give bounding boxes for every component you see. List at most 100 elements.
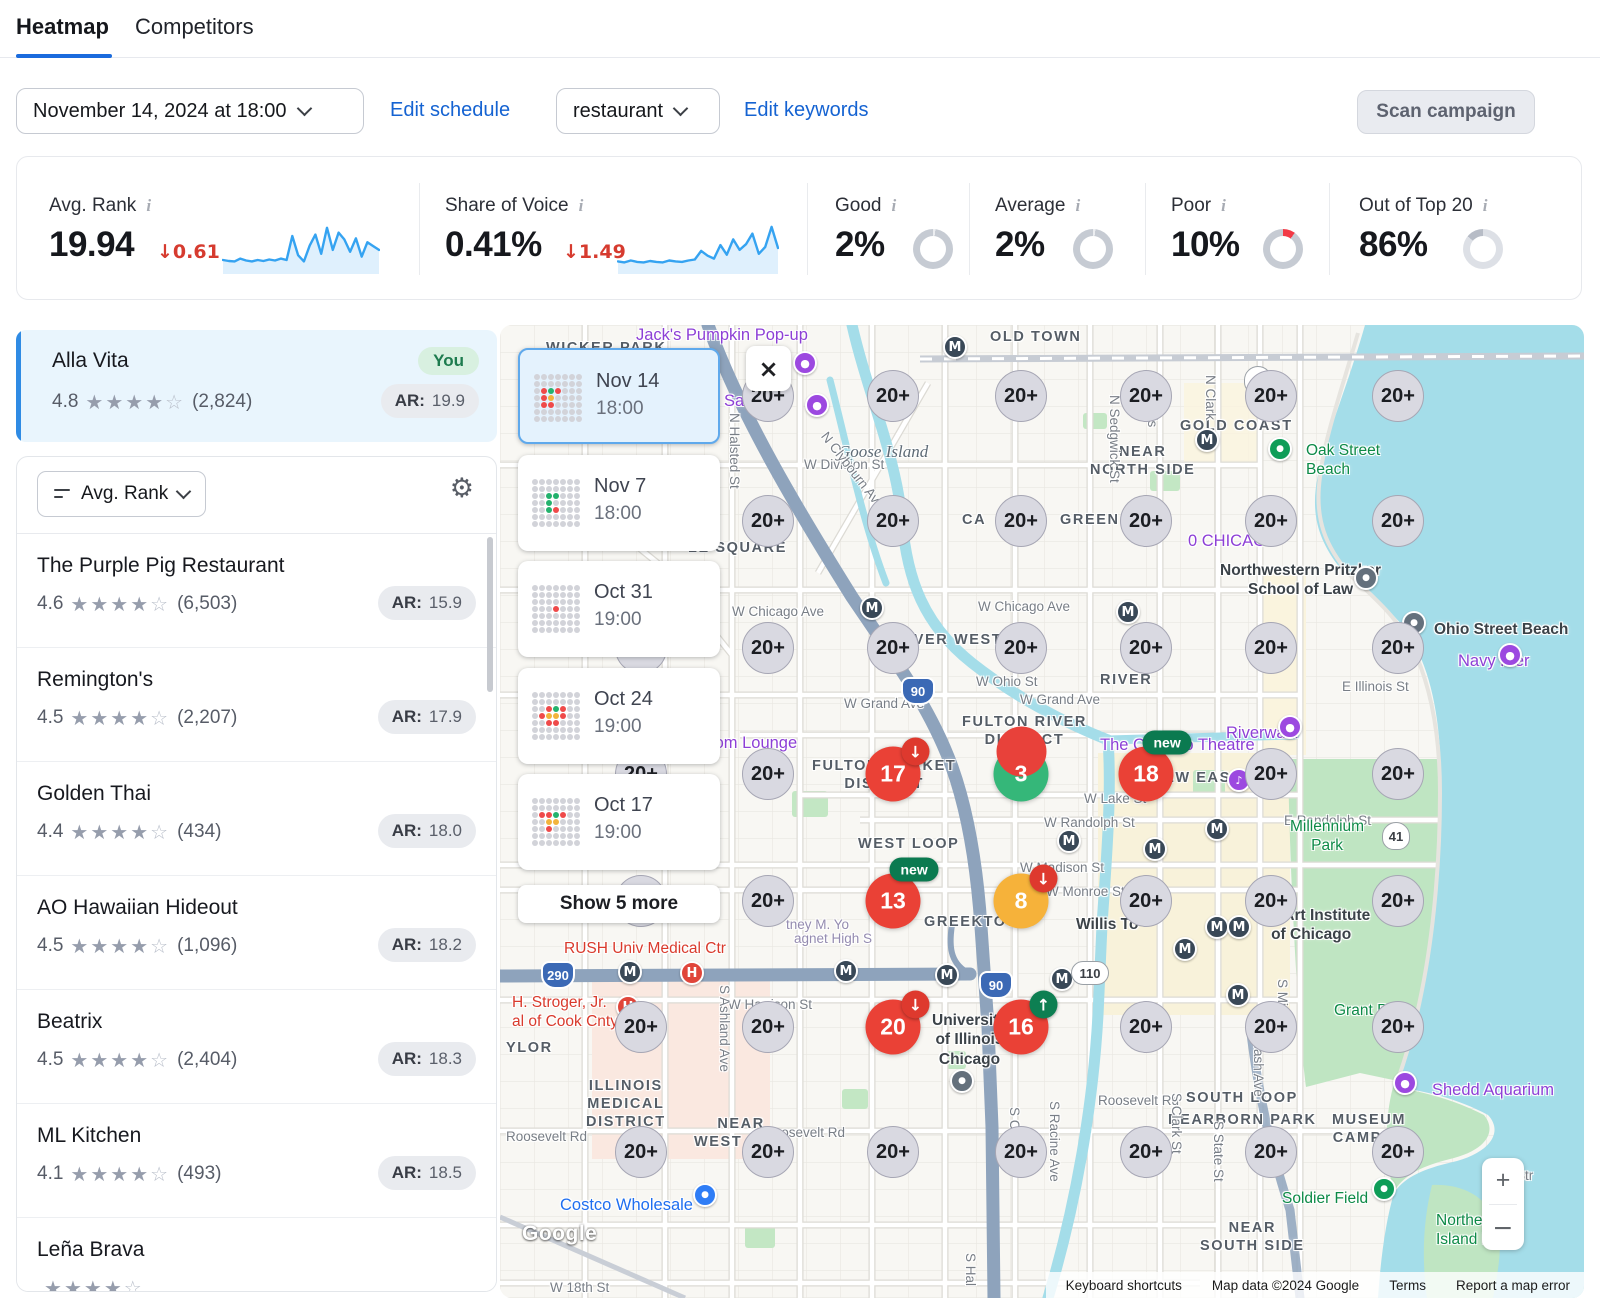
avg-rank-pill: AR:19.9: [381, 384, 479, 418]
rank-marker-20plus[interactable]: 20+: [742, 875, 794, 927]
rank-marker-20plus[interactable]: 20+: [1120, 1126, 1172, 1178]
rank-marker-20plus[interactable]: 20+: [995, 1126, 1047, 1178]
avg-rank-pill: AR:15.9: [378, 586, 476, 620]
rank-marker-18[interactable]: 18new: [1119, 747, 1174, 802]
rank-marker-20plus[interactable]: 20+: [1245, 1126, 1297, 1178]
tab-heatmap[interactable]: Heatmap: [16, 14, 109, 40]
edit-keywords-link[interactable]: Edit keywords: [744, 99, 869, 122]
rank-marker-20plus[interactable]: 20+: [1120, 1001, 1172, 1053]
list-item[interactable]: The Purple Pig Restaurant 4.6 ★★★★☆ (6,5…: [17, 534, 496, 648]
sort-icon: [54, 488, 71, 501]
timeline-snapshot[interactable]: Oct 24 19:00: [518, 668, 720, 764]
rank-marker-20plus[interactable]: 20+: [1372, 495, 1424, 547]
info-icon[interactable]: i: [1483, 196, 1488, 216]
info-icon[interactable]: i: [1075, 196, 1080, 216]
edit-schedule-link[interactable]: Edit schedule: [390, 99, 510, 122]
divider: [1145, 183, 1146, 275]
list-scrollbar[interactable]: [487, 537, 493, 692]
gear-icon[interactable]: ⚙: [450, 475, 474, 502]
list-item[interactable]: Remington's 4.5 ★★★★☆ (2,207) AR:17.9: [17, 648, 496, 762]
show-more-button[interactable]: Show 5 more: [518, 885, 720, 923]
rank-marker-20plus[interactable]: 20+: [995, 370, 1047, 422]
rank-marker-20plus[interactable]: 20+: [1245, 875, 1297, 927]
tab-competitors[interactable]: Competitors: [135, 14, 254, 40]
zoom-out-button[interactable]: −: [1482, 1205, 1524, 1251]
rank-marker-20plus[interactable]: 20+: [742, 1001, 794, 1053]
rank-marker-20[interactable]: 20↓: [866, 1000, 921, 1055]
rank-marker-20plus[interactable]: 20+: [867, 1126, 919, 1178]
rank-marker-20plus[interactable]: 20+: [867, 622, 919, 674]
rating-stars: ★★★★☆: [70, 934, 170, 958]
list-item[interactable]: AO Hawaiian Hideout 4.5 ★★★★☆ (1,096) AR…: [17, 876, 496, 990]
terms-link[interactable]: Terms: [1389, 1278, 1426, 1293]
rank-marker-20plus[interactable]: 20+: [742, 748, 794, 800]
close-icon[interactable]: ×: [746, 346, 791, 391]
rank-marker-8[interactable]: 8↓: [994, 874, 1049, 929]
rank-marker-20plus[interactable]: 20+: [1120, 495, 1172, 547]
list-item[interactable]: Leña Brava ★★★★☆: [17, 1218, 496, 1292]
rank-marker-20plus[interactable]: 20+: [1245, 495, 1297, 547]
date-select-value: November 14, 2024 at 18:00: [33, 100, 287, 123]
rank-marker-3[interactable]: 3: [994, 747, 1049, 802]
rank-marker-20plus[interactable]: 20+: [1372, 875, 1424, 927]
share-of-voice-label: Share of Voicei: [445, 195, 583, 217]
rank-marker-20plus[interactable]: 20+: [615, 1126, 667, 1178]
rank-marker-20plus[interactable]: 20+: [1120, 875, 1172, 927]
info-icon[interactable]: i: [1221, 196, 1226, 216]
map-attribution: Keyboard shortcuts Map data ©2024 Google…: [1046, 1272, 1584, 1298]
keyword-select[interactable]: restaurant: [556, 88, 720, 134]
zoom-in-button[interactable]: +: [1482, 1158, 1524, 1204]
rank-marker-20plus[interactable]: 20+: [742, 1126, 794, 1178]
list-item[interactable]: ML Kitchen 4.1 ★★★★☆ (493) AR:18.5: [17, 1104, 496, 1218]
rank-marker-20plus[interactable]: 20+: [995, 622, 1047, 674]
share-of-voice-sparkline: [617, 219, 779, 275]
rank-marker-20plus[interactable]: 20+: [1245, 622, 1297, 674]
you-badge: You: [418, 347, 479, 375]
active-tab-underline: [16, 54, 112, 58]
report-map-error-link[interactable]: Report a map error: [1456, 1278, 1570, 1293]
info-icon[interactable]: i: [579, 196, 584, 216]
rank-marker-20plus[interactable]: 20+: [867, 370, 919, 422]
sort-select[interactable]: Avg. Rank: [37, 471, 206, 517]
rank-marker-16[interactable]: 16↑: [994, 1000, 1049, 1055]
out-of-top20-value: 86%: [1359, 225, 1428, 265]
rank-marker-20plus[interactable]: 20+: [1245, 1001, 1297, 1053]
date-select[interactable]: November 14, 2024 at 18:00: [16, 88, 364, 134]
scan-campaign-button[interactable]: Scan campaign: [1357, 90, 1535, 134]
timeline-snapshot[interactable]: Nov 14 18:00: [518, 348, 720, 444]
info-icon[interactable]: i: [891, 196, 896, 216]
rank-marker-20plus[interactable]: 20+: [742, 495, 794, 547]
good-donut: [913, 229, 953, 269]
mini-heatmap-icon: [532, 585, 580, 633]
list-item[interactable]: Beatrix 4.5 ★★★★☆ (2,404) AR:18.3: [17, 990, 496, 1104]
rank-marker-20plus[interactable]: 20+: [1372, 370, 1424, 422]
rank-marker-20plus[interactable]: 20+: [1372, 1001, 1424, 1053]
review-count: (6,503): [177, 593, 237, 615]
rank-marker-20plus[interactable]: 20+: [1372, 622, 1424, 674]
timeline-snapshot[interactable]: Nov 7 18:00: [518, 455, 720, 551]
rating-value: 4.4: [37, 821, 63, 843]
timeline-snapshot[interactable]: Oct 17 19:00: [518, 774, 720, 870]
rank-marker-13[interactable]: 13new: [866, 874, 921, 929]
keyboard-shortcuts-link[interactable]: Keyboard shortcuts: [1066, 1278, 1182, 1293]
info-icon[interactable]: i: [146, 196, 151, 216]
rank-marker-20plus[interactable]: 20+: [867, 495, 919, 547]
map-zoom-control: + −: [1482, 1158, 1524, 1250]
rank-marker-20plus[interactable]: 20+: [1372, 1126, 1424, 1178]
list-item[interactable]: Golden Thai 4.4 ★★★★☆ (434) AR:18.0: [17, 762, 496, 876]
avg-rank-value: 19.94: [49, 225, 134, 265]
rank-marker-20plus[interactable]: 20+: [742, 622, 794, 674]
rank-marker-17[interactable]: 17↓: [866, 747, 921, 802]
rank-marker-20plus[interactable]: 20+: [995, 495, 1047, 547]
rating-stars: ★★★★☆: [70, 820, 170, 844]
rank-marker-20plus[interactable]: 20+: [615, 1001, 667, 1053]
out-of-top20-donut: [1463, 229, 1503, 269]
rank-marker-20plus[interactable]: 20+: [1120, 622, 1172, 674]
rank-marker-20plus[interactable]: 20+: [1245, 748, 1297, 800]
timeline-snapshot[interactable]: Oct 31 19:00: [518, 561, 720, 657]
business-name: Remington's: [37, 668, 153, 692]
selected-business-card[interactable]: Alla Vita You 4.8 ★★★★☆ (2,824) AR:19.9: [16, 330, 497, 442]
rank-marker-20plus[interactable]: 20+: [1372, 748, 1424, 800]
rank-marker-20plus[interactable]: 20+: [1120, 370, 1172, 422]
rank-marker-20plus[interactable]: 20+: [1245, 370, 1297, 422]
